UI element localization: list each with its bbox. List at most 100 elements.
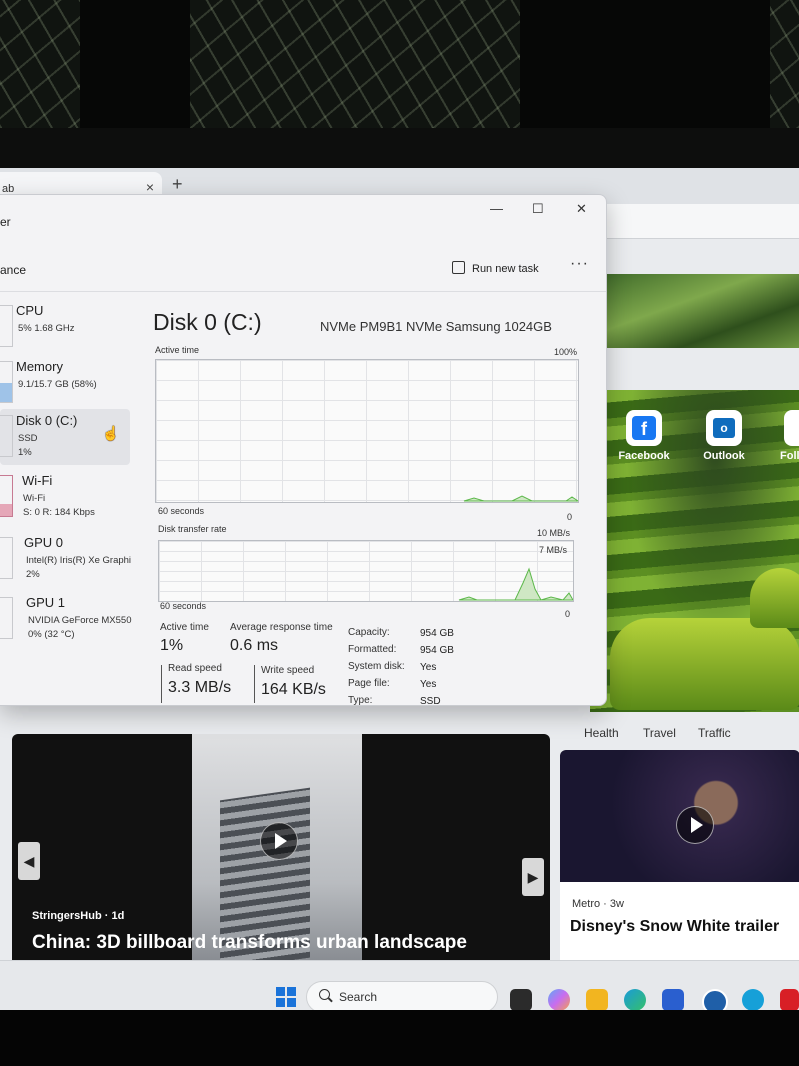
transfer-rate-graph: 7 MB/s xyxy=(158,540,574,602)
gpu0-sparkline xyxy=(0,537,13,579)
news-headline[interactable]: China: 3D billboard transforms urban lan… xyxy=(32,932,467,954)
avg-response-value: 0.6 ms xyxy=(230,637,279,654)
store-icon[interactable] xyxy=(662,989,684,1011)
start-button[interactable] xyxy=(276,987,296,1007)
active-time-max-label: 100% xyxy=(554,347,578,357)
quick-link-label: Foll xyxy=(780,450,799,462)
news-headline[interactable]: Disney's Snow White trailer xyxy=(570,918,779,936)
quick-link-follow[interactable]: Foll xyxy=(768,410,799,462)
read-speed-value: 3.3 MB/s xyxy=(168,679,232,696)
quick-link-outlook[interactable]: o Outlook xyxy=(694,410,754,462)
outlook-icon: o xyxy=(713,418,735,438)
tab-close-icon[interactable]: × xyxy=(146,179,154,195)
carousel-prev-button[interactable]: ◀ xyxy=(18,842,40,880)
active-time-graph-label: Active time xyxy=(155,345,200,355)
monitor-bezel xyxy=(0,128,799,172)
play-icon[interactable] xyxy=(676,806,714,844)
capacity-value: 954 GB xyxy=(420,628,454,639)
news-card-side[interactable]: Metro · 3w Disney's Snow White trailer xyxy=(560,750,799,990)
sidebar-item-detail: SSD xyxy=(18,433,38,444)
sidebar-item-cpu[interactable]: CPU 5% 1.68 GHz xyxy=(0,299,130,355)
sidebar-item-gpu1[interactable]: GPU 1 NVIDIA GeForce MX550 0% (32 °C) xyxy=(0,591,132,647)
sidebar-item-detail: NVIDIA GeForce MX550 xyxy=(28,615,132,626)
taskbar-search[interactable]: Search xyxy=(306,981,498,1013)
sidebar-item-detail: Intel(R) Iris(R) Xe Graphi xyxy=(26,555,132,566)
hedge-shape xyxy=(750,568,799,628)
news-source: StringersHub · 1d xyxy=(32,910,125,922)
monitor-bezel-bottom xyxy=(0,1010,799,1066)
transfer-rate-max-label: 10 MB/s xyxy=(537,528,571,538)
sidebar-item-detail: 9.1/15.7 GB (58%) xyxy=(18,379,97,390)
news-card-main[interactable]: ◀ ▶ StringersHub · 1d China: 3D billboar… xyxy=(12,734,550,982)
file-explorer-icon[interactable] xyxy=(586,989,608,1011)
task-view-icon[interactable] xyxy=(510,989,532,1011)
search-icon xyxy=(319,989,330,1000)
formatted-key: Formatted: xyxy=(348,644,397,655)
nav-travel[interactable]: Travel xyxy=(643,726,676,740)
page-title: ance xyxy=(0,263,27,277)
nav-health[interactable]: Health xyxy=(584,726,619,740)
quick-link-facebook[interactable]: f Facebook xyxy=(614,410,674,462)
formatted-value: 954 GB xyxy=(420,645,454,656)
task-manager-window: er — ☐ ✕ ance Run new task ··· CPU 5% 1.… xyxy=(0,194,607,707)
divider xyxy=(254,665,255,703)
capacity-key: Capacity: xyxy=(348,627,390,638)
sidebar-item-detail: 5% 1.68 GHz xyxy=(18,323,75,334)
sidebar-item-label: CPU xyxy=(16,303,44,318)
disk-title: Disk 0 (C:) xyxy=(153,309,262,335)
write-speed-value: 164 KB/s xyxy=(261,681,326,698)
page-file-value: Yes xyxy=(420,679,437,690)
window-title: er xyxy=(0,215,11,229)
run-new-task-button[interactable]: Run new task xyxy=(452,261,539,275)
sidebar-item-detail: 1% xyxy=(18,447,32,458)
facebook-icon: f xyxy=(632,416,656,440)
sidebar-item-memory[interactable]: Memory 9.1/15.7 GB (58%) xyxy=(0,355,130,411)
desktop-wallpaper xyxy=(0,0,799,128)
hedge-shape xyxy=(610,618,799,710)
system-disk-value: Yes xyxy=(420,662,437,673)
alexa-icon[interactable] xyxy=(742,989,764,1011)
active-time-graph xyxy=(155,359,579,503)
edge-icon[interactable] xyxy=(624,989,646,1011)
new-tab-button[interactable]: + xyxy=(172,174,183,195)
maximize-button[interactable]: ☐ xyxy=(532,201,544,217)
minimize-button[interactable]: — xyxy=(490,201,503,216)
sidebar-item-wifi[interactable]: Wi-Fi Wi-Fi S: 0 R: 184 Kbps xyxy=(0,469,130,525)
transfer-rate-graph-label: Disk transfer rate xyxy=(158,524,227,534)
search-placeholder: Search xyxy=(339,990,378,1004)
type-key: Type: xyxy=(348,695,373,706)
disk-model: NVMe PM9B1 NVMe Samsung 1024GB xyxy=(320,319,552,334)
sidebar-item-label: Wi-Fi xyxy=(22,473,53,488)
mouse-cursor-icon: ☝ xyxy=(102,425,120,441)
browser-address-bar[interactable] xyxy=(600,204,799,239)
graph-zero-label: 0 xyxy=(565,609,571,619)
carousel-next-button[interactable]: ▶ xyxy=(522,858,544,896)
memory-sparkline xyxy=(0,361,13,403)
wallpaper-shadow xyxy=(520,0,770,128)
disk-sparkline xyxy=(0,415,13,457)
page-file-key: Page file: xyxy=(348,678,390,689)
nav-traffic[interactable]: Traffic xyxy=(698,726,731,740)
title-bar[interactable]: er — ☐ ✕ xyxy=(0,195,606,229)
mcafee-icon[interactable] xyxy=(780,989,799,1011)
sidebar-item-detail: 2% xyxy=(26,569,40,580)
sidebar-item-detail: 0% (32 °C) xyxy=(28,629,75,640)
active-time-trace xyxy=(463,495,578,502)
more-options-button[interactable]: ··· xyxy=(570,255,589,273)
news-source: Metro · 3w xyxy=(572,898,624,910)
copilot-icon[interactable] xyxy=(548,989,570,1011)
avg-response-label: Average response time xyxy=(230,622,333,633)
quick-link-label: Facebook xyxy=(618,450,670,462)
divider xyxy=(161,665,162,703)
sidebar-item-gpu0[interactable]: GPU 0 Intel(R) Iris(R) Xe Graphi 2% xyxy=(0,531,132,587)
play-icon[interactable] xyxy=(260,822,298,860)
page-header: ance Run new task ··· xyxy=(0,243,606,292)
active-time-stat-value: 1% xyxy=(160,637,184,654)
close-button[interactable]: ✕ xyxy=(576,201,587,217)
sidebar-item-label: Memory xyxy=(16,359,63,374)
sidebar-item-detail: S: 0 R: 184 Kbps xyxy=(23,507,95,518)
type-value: SSD xyxy=(420,696,441,707)
sidebar-item-detail: Wi-Fi xyxy=(23,493,46,504)
run-task-icon xyxy=(452,261,465,274)
graph-seconds-label: 60 seconds xyxy=(158,506,205,516)
